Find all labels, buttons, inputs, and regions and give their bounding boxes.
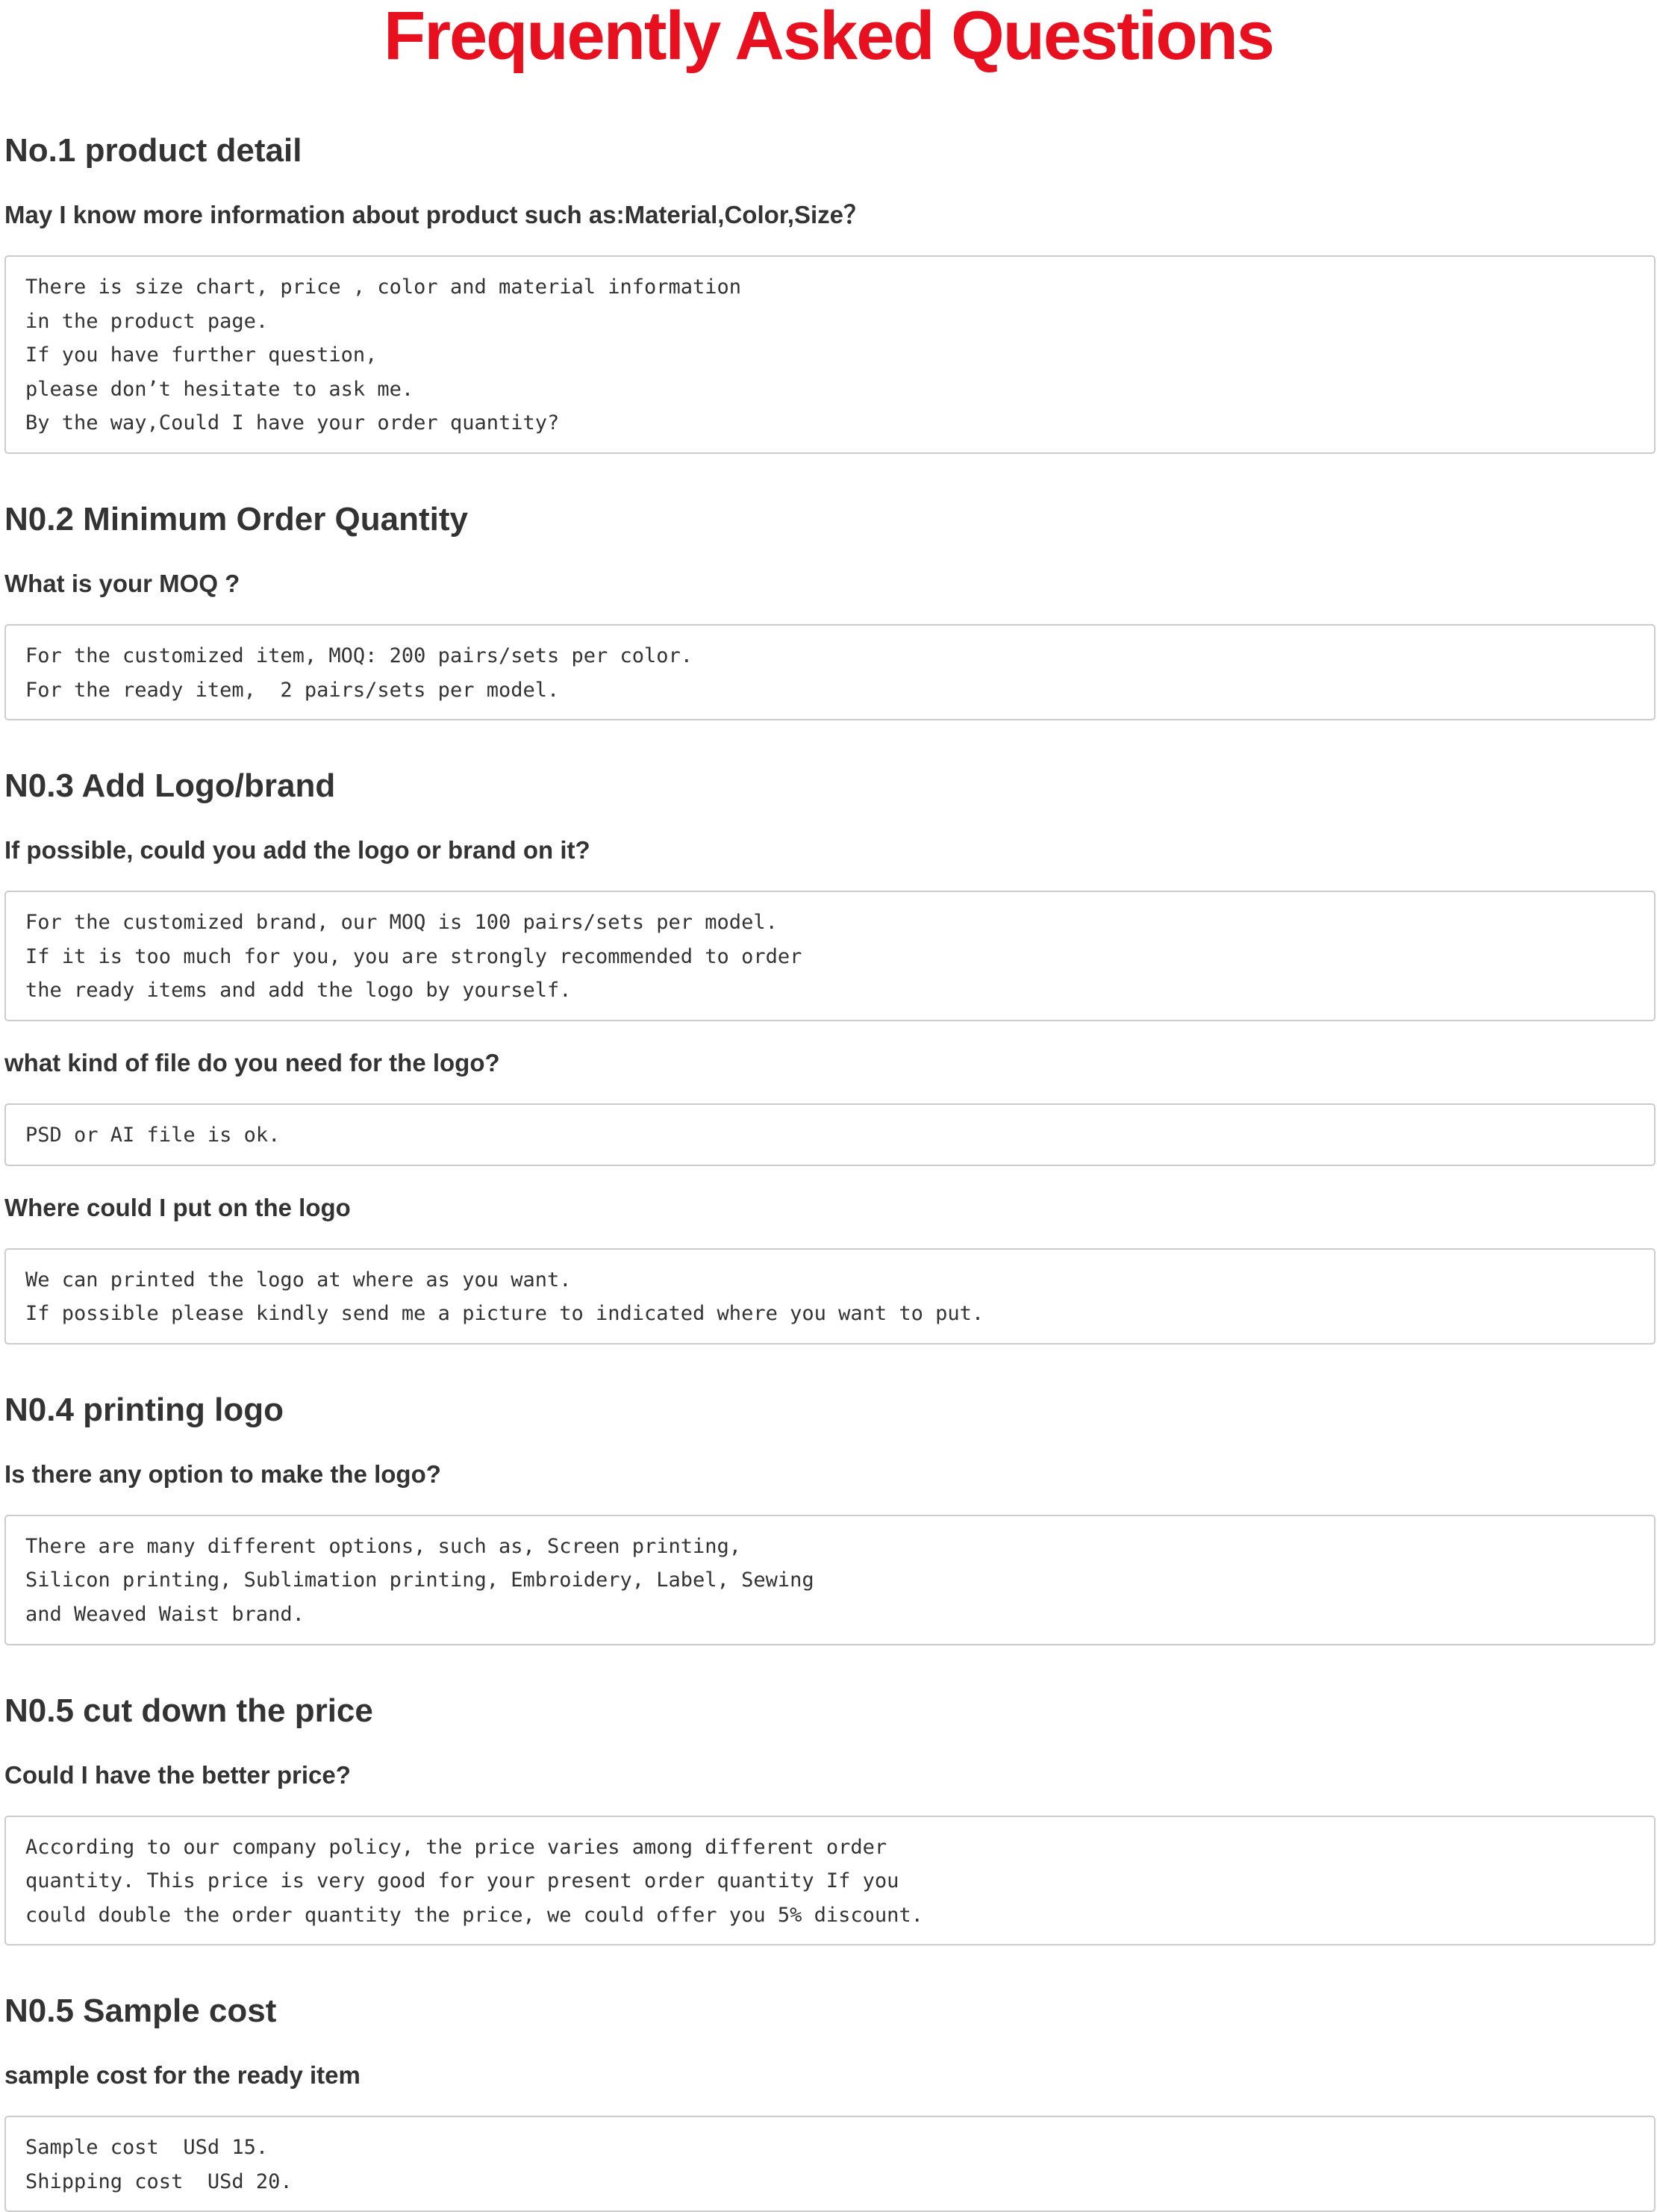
- faq-section: N0.4 printing logo Is there any option t…: [4, 1345, 1656, 1645]
- answer-line: We can printed the logo at where as you …: [25, 1268, 572, 1292]
- answer-box: There is size chart, price , color and m…: [4, 255, 1656, 454]
- section-heading: N0.5 Sample cost: [4, 1993, 277, 2030]
- answer-line: If you have further question,: [25, 343, 378, 367]
- answer-box: For the customized brand, our MOQ is 100…: [4, 891, 1656, 1021]
- answer-line: If it is too much for you, you are stron…: [25, 944, 802, 968]
- question: Could I have the better price?: [4, 1760, 351, 1789]
- answer-line: Silicon printing, Sublimation printing, …: [25, 1568, 814, 1592]
- answer-line: For the ready item, 2 pairs/sets per mod…: [25, 678, 560, 702]
- answer-line: in the product page.: [25, 309, 269, 333]
- answer-line: For the customized brand, our MOQ is 100…: [25, 911, 778, 935]
- faq-section: N0.3 Add Logo/brand If possible, could y…: [4, 720, 1656, 1345]
- answer-line: There is size chart, price , color and m…: [25, 275, 742, 299]
- answer-line: please don’t hesitate to ask me.: [25, 377, 414, 401]
- answer-box: We can printed the logo at where as you …: [4, 1247, 1656, 1345]
- section-heading: N0.2 Minimum Order Quantity: [4, 500, 468, 538]
- section-heading: N0.5 cut down the price: [4, 1692, 373, 1729]
- answer-line: By the way,Could I have your order quant…: [25, 411, 560, 435]
- faq-section: N0.5 cut down the price Could I have the…: [4, 1645, 1656, 1946]
- answer-line: For the customized item, MOQ: 200 pairs/…: [25, 644, 693, 667]
- answer-line: According to our company policy, the pri…: [25, 1835, 887, 1859]
- faq-list: No.1 product detail May I know more info…: [0, 84, 1656, 2212]
- answer-line: the ready items and add the logo by your…: [25, 979, 572, 1003]
- answer-line: Shipping cost USd 20.: [25, 2169, 293, 2193]
- answer-box: There are many different options, such a…: [4, 1514, 1656, 1645]
- answer-line: PSD or AI file is ok.: [25, 1123, 281, 1147]
- answer-line: If possible please kindly send me a pict…: [25, 1302, 984, 1326]
- answer-box: According to our company policy, the pri…: [4, 1815, 1656, 1946]
- faq-section: No.1 product detail May I know more info…: [4, 84, 1656, 454]
- answer-line: and Weaved Waist brand.: [25, 1602, 305, 1626]
- answer-line: Sample cost USd 15.: [25, 2136, 269, 2160]
- answer-box: PSD or AI file is ok.: [4, 1103, 1656, 1166]
- answer-box: For the customized item, MOQ: 200 pairs/…: [4, 623, 1656, 721]
- faq-section: N0.5 Sample cost sample cost for the rea…: [4, 1945, 1656, 2212]
- question: Where could I put on the logo: [4, 1193, 351, 1221]
- faq-section: N0.2 Minimum Order Quantity What is your…: [4, 454, 1656, 721]
- section-heading: N0.4 printing logo: [4, 1391, 284, 1428]
- question: If possible, could you add the logo or b…: [4, 836, 590, 864]
- section-heading: No.1 product detail: [4, 132, 302, 169]
- page-title: Frequently Asked Questions: [384, 0, 1275, 74]
- question: May I know more information about produc…: [4, 201, 868, 228]
- answer-box: Sample cost USd 15. Shipping cost USd 20…: [4, 2116, 1656, 2212]
- question: Is there any option to make the logo?: [4, 1459, 441, 1488]
- question: sample cost for the ready item: [4, 2061, 361, 2090]
- answer-line: could double the order quantity the pric…: [25, 1903, 923, 1927]
- answer-line: quantity. This price is very good for yo…: [25, 1869, 899, 1893]
- question: what kind of file do you need for the lo…: [4, 1048, 500, 1077]
- answer-line: There are many different options, such a…: [25, 1534, 742, 1558]
- section-heading: N0.3 Add Logo/brand: [4, 767, 336, 805]
- question: What is your MOQ ?: [4, 569, 240, 597]
